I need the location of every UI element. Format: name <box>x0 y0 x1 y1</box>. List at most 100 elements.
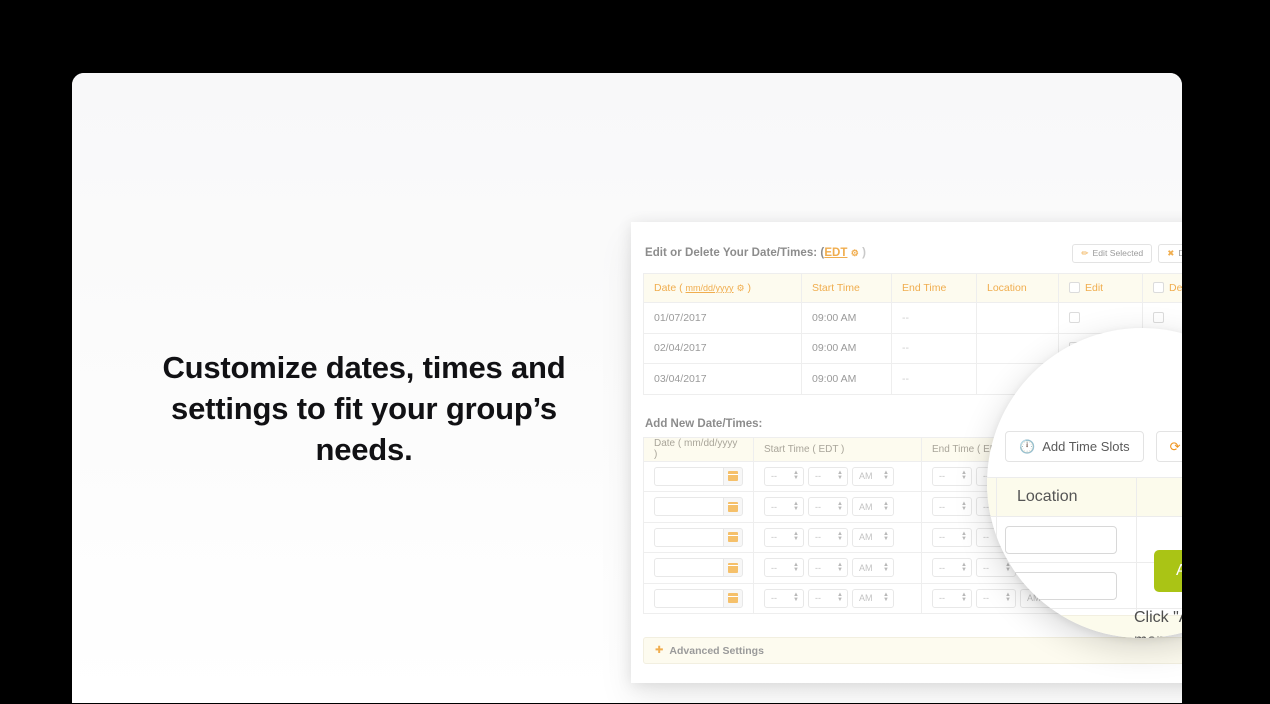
start-meridiem-value: AM <box>859 532 873 543</box>
col-end-time: End Time <box>891 273 977 303</box>
location-input[interactable] <box>1005 571 1117 600</box>
start-hour-select[interactable]: -- ▲ ▼ <box>764 527 804 547</box>
edit-section-title-text: Edit or Delete Your Date/Times: ( <box>645 247 825 259</box>
magnifier-content: 🕛 Add Time Slots ⟳ Add Recurring Days Lo… <box>987 328 1182 638</box>
date-input-group[interactable] <box>654 558 743 578</box>
start-hour-value: -- <box>771 562 777 573</box>
calendar-button[interactable] <box>723 466 743 486</box>
row-edit-checkbox[interactable] <box>1069 311 1080 323</box>
col-edit-label: Edit <box>1085 282 1104 294</box>
spinner-icon: ▲▼ <box>793 561 799 573</box>
calendar-icon <box>728 501 738 512</box>
end-hour-select[interactable]: -- ▲ ▼ <box>932 497 972 517</box>
x-icon: ✖ <box>1167 247 1175 258</box>
start-minute-select[interactable]: -- ▲ ▼ <box>808 466 848 486</box>
end-hour-select[interactable]: -- ▲ ▼ <box>932 527 972 547</box>
start-minute-select[interactable]: -- ▲ ▼ <box>808 497 848 517</box>
date-input[interactable] <box>654 466 723 486</box>
plus-circle-icon: ✚ <box>655 645 664 656</box>
start-minute-select[interactable]: -- ▲ ▼ <box>808 527 848 547</box>
clock-icon: 🕛 <box>1019 439 1036 454</box>
date-input[interactable] <box>654 588 723 608</box>
start-minute-value: -- <box>815 593 821 604</box>
edit-section-header: Edit or Delete Your Date/Times: (EDT ⚙ )… <box>643 240 1182 266</box>
start-meridiem-value: AM <box>859 471 873 482</box>
col-start-time: Start Time <box>801 273 892 303</box>
add-cell-start: -- ▲ ▼ -- ▲ ▼ AM ▲ ▼ <box>753 521 922 553</box>
edit-section-title-suffix: ) <box>862 247 866 259</box>
add-cell-start: -- ▲ ▼ -- ▲ ▼ AM ▲ ▼ <box>753 582 922 614</box>
start-meridiem-value: AM <box>859 501 873 512</box>
add-time-slots-button[interactable]: 🕛 Add Time Slots <box>1005 431 1144 462</box>
lens-location-header: Location <box>997 478 1137 516</box>
calendar-button[interactable] <box>723 527 743 547</box>
date-input[interactable] <box>654 497 723 517</box>
spinner-icon: ▲▼ <box>837 561 843 573</box>
spinner-icon: ▲▼ <box>961 561 967 573</box>
start-hour-select[interactable]: -- ▲ ▼ <box>764 558 804 578</box>
location-input[interactable] <box>1005 525 1117 554</box>
col-delete: Delete <box>1142 273 1182 303</box>
calendar-icon <box>728 532 738 543</box>
add-time-slots-label: Add Time Slots <box>1042 439 1130 454</box>
start-hour-select[interactable]: -- ▲ ▼ <box>764 588 804 608</box>
add-recurring-days-button[interactable]: ⟳ Add Recurring Days <box>1155 431 1182 462</box>
start-hour-value: -- <box>771 593 777 604</box>
start-meridiem-select[interactable]: AM ▲ ▼ <box>852 466 894 486</box>
start-time-group: -- ▲ ▼ -- ▲ ▼ AM ▲ ▼ <box>764 497 911 517</box>
end-hour-select[interactable]: -- ▲ ▼ <box>932 558 972 578</box>
delete-all-checkbox[interactable] <box>1153 282 1164 293</box>
add-cell-start: -- ▲ ▼ -- ▲ ▼ AM ▲ ▼ <box>753 491 922 523</box>
spinner-icon[interactable]: ▲▼ <box>987 577 993 594</box>
start-minute-select[interactable]: -- ▲ ▼ <box>808 588 848 608</box>
start-time-group: -- ▲ ▼ -- ▲ ▼ AM ▲ ▼ <box>764 527 911 547</box>
date-input[interactable] <box>654 558 723 578</box>
edit-selected-button[interactable]: ✏ Edit Selected <box>1072 243 1153 263</box>
end-hour-select[interactable]: -- ▲ ▼ <box>932 588 972 608</box>
date-input-group[interactable] <box>654 527 743 547</box>
calendar-button[interactable] <box>723 588 743 608</box>
table-header-row: Date ( mm/dd/yyyy ⚙ ) Start Time End Tim… <box>643 273 1182 303</box>
calendar-icon <box>728 471 738 482</box>
start-minute-select[interactable]: -- ▲ ▼ <box>808 558 848 578</box>
spinner-icon: ▲▼ <box>883 561 889 573</box>
calendar-button[interactable] <box>723 558 743 578</box>
timezone-group: EDT ⚙ ) <box>824 247 866 259</box>
start-hour-select[interactable]: -- ▲ ▼ <box>764 497 804 517</box>
end-hour-select[interactable]: -- ▲ ▼ <box>932 466 972 486</box>
cell-end: -- <box>891 363 977 395</box>
add-new-note: Click "Add New" manually <box>1134 606 1182 638</box>
advanced-settings-bar[interactable]: ✚ Advanced Settings <box>643 637 1182 664</box>
add-cell-date <box>643 491 754 523</box>
col-delete-label: Delete <box>1169 282 1182 294</box>
row-delete-checkbox[interactable] <box>1153 311 1164 323</box>
date-format-gear-icon[interactable]: ⚙ <box>736 283 744 293</box>
start-meridiem-select[interactable]: AM ▲ ▼ <box>852 558 894 578</box>
col-date: Date ( mm/dd/yyyy ⚙ ) <box>643 273 802 303</box>
end-hour-value: -- <box>939 471 945 482</box>
lens-location-cell <box>997 563 1137 608</box>
start-meridiem-select[interactable]: AM ▲ ▼ <box>852 497 894 517</box>
edit-section-actions: ✏ Edit Selected ✖ Delete Selected <box>1072 243 1182 263</box>
date-input-group[interactable] <box>654 497 743 517</box>
gear-icon[interactable]: ⚙ <box>851 248 859 258</box>
date-input-group[interactable] <box>654 466 743 486</box>
add-cell-date <box>643 521 754 553</box>
start-hour-select[interactable]: -- ▲ ▼ <box>764 466 804 486</box>
spinner-icon: ▲▼ <box>793 470 799 482</box>
timezone-link[interactable]: EDT <box>824 247 847 259</box>
add-cell-start: -- ▲ ▼ -- ▲ ▼ AM ▲ ▼ <box>753 460 922 492</box>
start-time-group: -- ▲ ▼ -- ▲ ▼ AM ▲ ▼ <box>764 558 911 578</box>
cell-date: 03/04/2017 <box>643 363 802 395</box>
col-date-suffix: ) <box>747 282 751 294</box>
delete-selected-button[interactable]: ✖ Delete Selected <box>1158 243 1182 263</box>
start-meridiem-select[interactable]: AM ▲ ▼ <box>852 588 894 608</box>
calendar-button[interactable] <box>723 497 743 517</box>
edit-all-checkbox[interactable] <box>1069 282 1080 293</box>
date-input[interactable] <box>654 527 723 547</box>
start-meridiem-select[interactable]: AM ▲ ▼ <box>852 527 894 547</box>
add-new-button[interactable]: ADD NEW <box>1154 550 1182 592</box>
delete-selected-label: Delete Selected <box>1178 248 1182 258</box>
spinner-icon: ▲▼ <box>793 531 799 543</box>
date-input-group[interactable] <box>654 588 743 608</box>
